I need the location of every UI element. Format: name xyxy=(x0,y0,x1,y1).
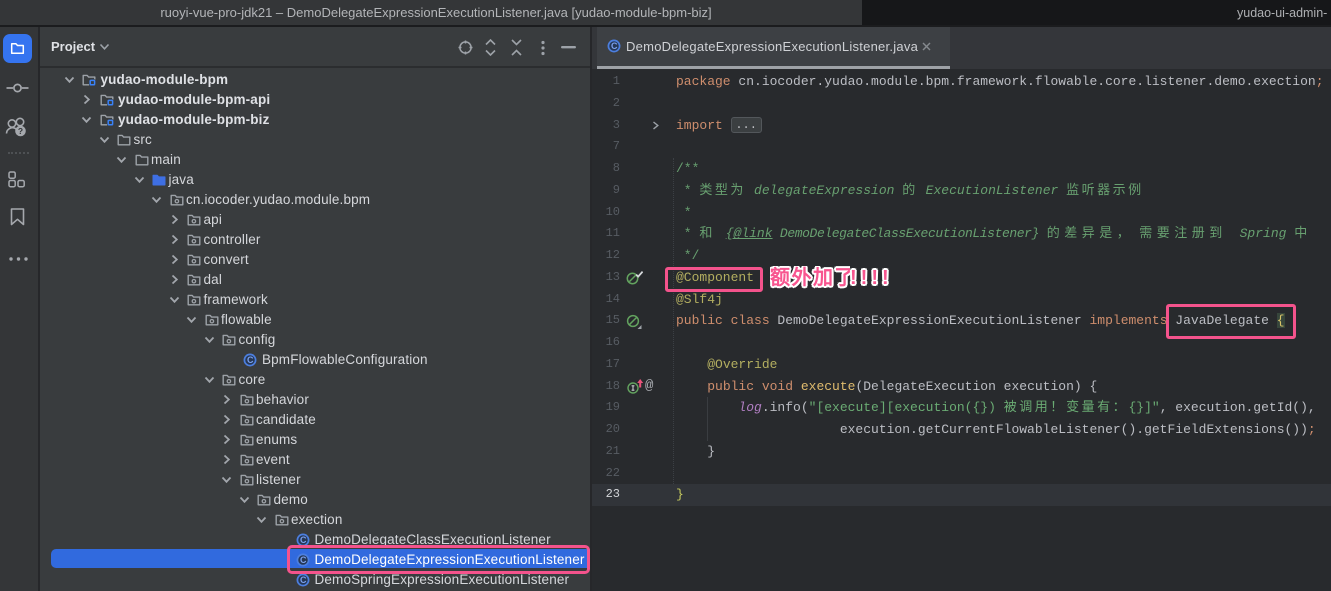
svg-text:C: C xyxy=(611,41,618,51)
svg-text:C: C xyxy=(299,575,306,585)
svg-text:?: ? xyxy=(18,126,23,136)
svg-text:C: C xyxy=(299,535,306,545)
svg-text:C: C xyxy=(247,355,254,365)
